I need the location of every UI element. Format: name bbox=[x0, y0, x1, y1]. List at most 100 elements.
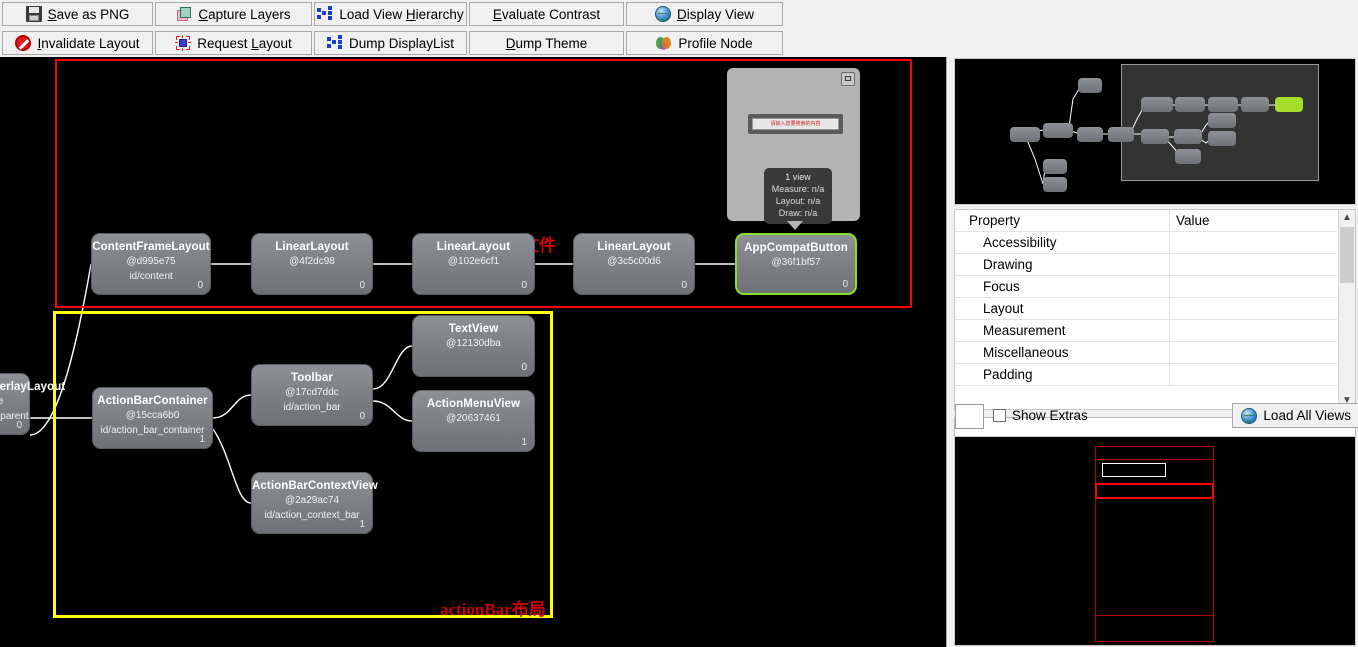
minimap-node bbox=[1175, 149, 1201, 164]
node-actionbarcontextview[interactable]: ActionBarContextView @2a29ac74 id/action… bbox=[251, 472, 378, 534]
node-id: @17cd7ddc bbox=[285, 387, 339, 398]
node-linearlayout-3[interactable]: LinearLayout @3c5c00d6 0 bbox=[573, 233, 695, 295]
table-row[interactable]: Padding bbox=[955, 363, 1337, 386]
property-value[interactable] bbox=[1169, 319, 1337, 342]
popup-searchbox-preview: 请输入您要搜索的内容 bbox=[752, 118, 839, 130]
dump-displaylist-button[interactable]: Dump DisplayList bbox=[314, 31, 467, 55]
minimap-node bbox=[1175, 97, 1205, 112]
profile-node-button[interactable]: Profile Node bbox=[626, 31, 783, 55]
property-table-scrollbar[interactable]: ▲ ▼ bbox=[1338, 210, 1355, 409]
node-contentframelayout[interactable]: ContentFrameLayout @d995e75 id/content 0 bbox=[91, 233, 211, 295]
property-name: Measurement bbox=[955, 319, 1170, 342]
dump-theme-label: Dump Theme bbox=[505, 35, 588, 51]
node-class: ActionBarContainer bbox=[97, 395, 208, 407]
property-name: Drawing bbox=[955, 253, 1170, 276]
property-value[interactable] bbox=[1169, 275, 1337, 298]
node-resource: id/content_parent bbox=[0, 411, 29, 422]
floppy-disk-icon bbox=[25, 6, 42, 22]
node-appcompatbutton[interactable]: AppCompatButton @36f1bf57 0 bbox=[735, 233, 857, 295]
node-actionbarcontainer[interactable]: ActionBarContainer @15cca6b0 id/action_b… bbox=[92, 387, 213, 449]
node-class: LinearLayout bbox=[597, 241, 671, 253]
table-row[interactable]: Focus bbox=[955, 275, 1337, 298]
node-resource: id/content bbox=[129, 271, 173, 282]
node-class: TextView bbox=[448, 323, 499, 335]
table-row[interactable]: Accessibility bbox=[955, 231, 1337, 254]
hierarchy-canvas[interactable]: LAYOUT布局文件 actionBar布局 DecorOverlayLayou… bbox=[0, 57, 947, 647]
extras-bar: Show Extras Load All Views bbox=[948, 403, 1358, 433]
request-layout-button[interactable]: Request Layout bbox=[155, 31, 312, 55]
globe-icon bbox=[654, 6, 671, 22]
node-id: @2a29ac74 bbox=[284, 495, 340, 506]
deny-icon bbox=[15, 35, 32, 51]
table-row[interactable]: Miscellaneous bbox=[955, 341, 1337, 364]
property-name: Accessibility bbox=[955, 231, 1170, 254]
tree-overview-minimap[interactable] bbox=[954, 58, 1356, 205]
property-value[interactable] bbox=[1169, 231, 1337, 254]
popup-pointer-arrow bbox=[787, 221, 803, 230]
property-value[interactable] bbox=[1169, 297, 1337, 320]
popup-restore-icon[interactable] bbox=[841, 72, 855, 86]
property-value[interactable] bbox=[1169, 253, 1337, 276]
node-class: LinearLayout bbox=[275, 241, 349, 253]
node-count: 0 bbox=[521, 362, 527, 373]
right-panel: Property Value Accessibility Drawing Foc… bbox=[948, 57, 1358, 647]
minimap-node bbox=[1010, 127, 1040, 142]
property-value[interactable] bbox=[1169, 341, 1337, 364]
hierarchy-icon bbox=[317, 6, 333, 22]
device-search-box-outline bbox=[1102, 463, 1166, 477]
minimap-node bbox=[1241, 97, 1269, 112]
popup-searchbox-text: 请输入您要搜索的内容 bbox=[770, 121, 821, 127]
node-actionmenuview[interactable]: ActionMenuView @20637461 1 bbox=[412, 390, 535, 452]
node-count: 0 bbox=[359, 411, 365, 422]
node-id: @102e6cf1 bbox=[447, 256, 500, 267]
scrollbar-thumb[interactable] bbox=[1340, 227, 1354, 283]
show-extras-row[interactable]: Show Extras bbox=[993, 408, 1088, 423]
minimap-node bbox=[1043, 177, 1067, 192]
invalidate-layout-button[interactable]: Invalidate Layout bbox=[2, 31, 153, 55]
minimap-node bbox=[1208, 131, 1236, 146]
property-name: Padding bbox=[955, 363, 1170, 386]
node-linearlayout-2[interactable]: LinearLayout @102e6cf1 0 bbox=[412, 233, 535, 295]
node-decoroverlaylayout[interactable]: DecorOverlayLayout @effe id/content_pare… bbox=[0, 373, 66, 435]
table-header-row: Property Value bbox=[955, 210, 1337, 232]
minimap-node bbox=[1208, 97, 1238, 112]
globe-stack-icon bbox=[1241, 407, 1258, 424]
node-linearlayout-1[interactable]: LinearLayout @4f2dc98 0 bbox=[251, 233, 373, 295]
node-resource: id/action_bar_container bbox=[100, 425, 205, 436]
node-textview[interactable]: TextView @12130dba 0 bbox=[412, 315, 535, 377]
load-view-hierarchy-button[interactable]: Load View Hierarchy bbox=[314, 2, 467, 26]
capture-layers-button[interactable]: Capture Layers bbox=[155, 2, 312, 26]
node-id: @3c5c00d6 bbox=[607, 256, 661, 267]
popup-layout: Layout: n/a bbox=[775, 196, 821, 206]
node-class: ActionMenuView bbox=[426, 398, 521, 410]
node-toolbar[interactable]: Toolbar @17cd7ddc id/action_bar 0 bbox=[251, 364, 373, 426]
popup-profile-tooltip: 1 view Measure: n/a Layout: n/a Draw: n/… bbox=[764, 168, 832, 224]
selected-view-highlight bbox=[1095, 483, 1214, 499]
device-preview-panel[interactable] bbox=[954, 436, 1356, 646]
save-as-png-button[interactable]: Save as PNG bbox=[2, 2, 153, 26]
dump-theme-button[interactable]: Dump Theme bbox=[469, 31, 624, 55]
minimap-node-selected bbox=[1275, 97, 1303, 112]
evaluate-contrast-label: Evaluate Contrast bbox=[492, 6, 601, 22]
property-value[interactable] bbox=[1169, 363, 1337, 386]
node-id: @36f1bf57 bbox=[771, 257, 821, 268]
node-id: @4f2dc98 bbox=[289, 256, 335, 267]
evaluate-contrast-button[interactable]: Evaluate Contrast bbox=[469, 2, 624, 26]
table-row[interactable]: Measurement bbox=[955, 319, 1337, 342]
display-view-button[interactable]: Display View bbox=[626, 2, 783, 26]
show-extras-checkbox[interactable] bbox=[993, 409, 1006, 422]
node-class: DecorOverlayLayout bbox=[0, 381, 66, 393]
minimap-node bbox=[1077, 127, 1103, 142]
color-swatch-button[interactable] bbox=[955, 404, 984, 429]
property-table: Property Value Accessibility Drawing Foc… bbox=[955, 210, 1337, 386]
node-count: 0 bbox=[681, 280, 687, 291]
table-row[interactable]: Layout bbox=[955, 297, 1337, 320]
display-view-label: Display View bbox=[676, 6, 755, 22]
table-row[interactable]: Drawing bbox=[955, 253, 1337, 276]
node-preview-popup[interactable]: 请输入您要搜索的内容 1 view Measure: n/a Layout: n… bbox=[727, 68, 860, 224]
load-all-views-button[interactable]: Load All Views bbox=[1232, 403, 1358, 428]
property-table-panel[interactable]: Property Value Accessibility Drawing Foc… bbox=[954, 209, 1356, 410]
node-count: 1 bbox=[359, 519, 365, 530]
scroll-up-icon[interactable]: ▲ bbox=[1339, 210, 1355, 226]
request-layout-label: Request Layout bbox=[197, 35, 292, 51]
